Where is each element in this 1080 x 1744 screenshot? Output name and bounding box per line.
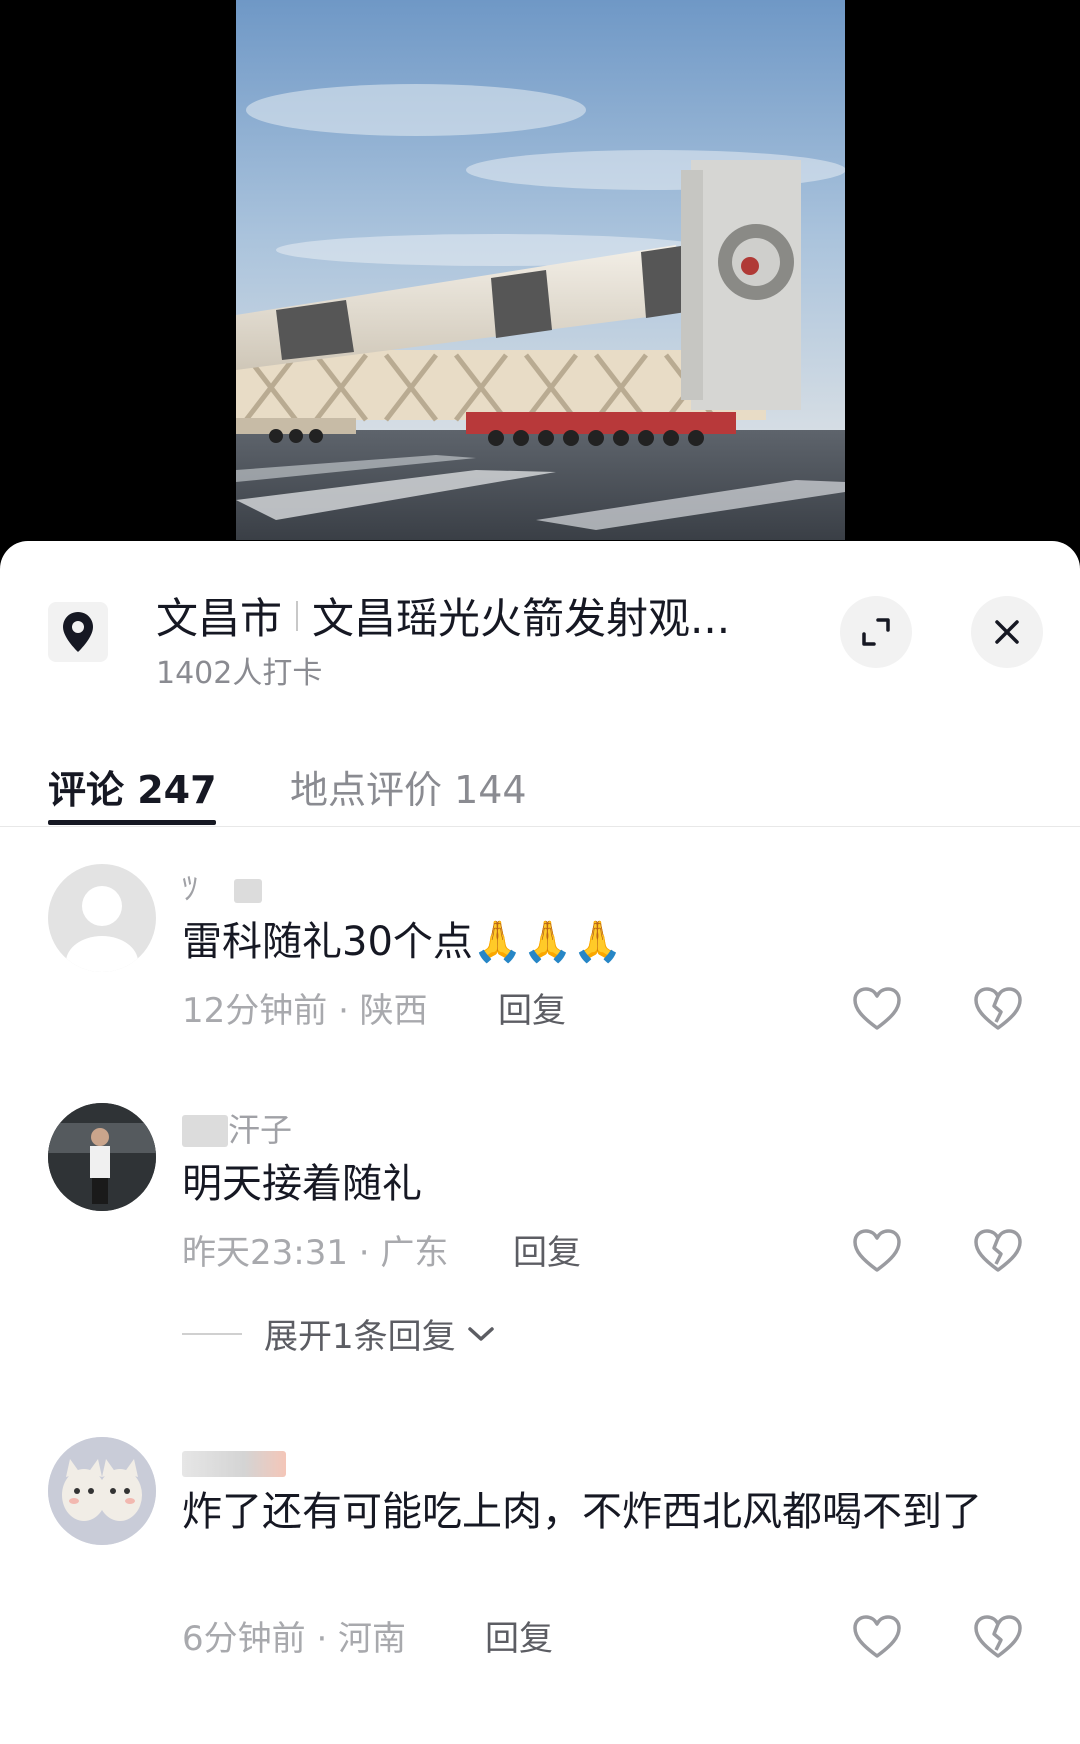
- username-mosaic: [182, 1115, 228, 1147]
- broken-heart-icon[interactable]: [973, 1614, 1023, 1660]
- location-title[interactable]: 文昌市 文昌瑶光火箭发射观...: [156, 585, 766, 646]
- expand-divider-line: [182, 1332, 242, 1335]
- comment-time: 12分钟前 · 陕西: [182, 991, 428, 1031]
- heart-icon[interactable]: [852, 1228, 902, 1274]
- comment-text: 炸了还有可能吃上肉，不炸西北风都喝不到了: [182, 1489, 982, 1535]
- username-mosaic: [234, 879, 263, 903]
- default-avatar-icon: [66, 886, 138, 972]
- expand-replies-button[interactable]: 展开1条回复: [182, 1309, 496, 1358]
- reply-button[interactable]: 回复: [485, 1611, 553, 1660]
- broken-heart-icon[interactable]: [973, 1228, 1023, 1274]
- user-photo-avatar: [48, 1103, 156, 1211]
- username-text: 汗子: [228, 1111, 293, 1149]
- expand-icon: [862, 618, 890, 646]
- comment-time: 6分钟前 · 河南: [182, 1619, 407, 1659]
- checkin-count: 1402人打卡: [156, 656, 323, 691]
- comment-time: 昨天23:31 · 广东: [182, 1233, 449, 1273]
- video-frame[interactable]: [236, 0, 845, 540]
- expand-button[interactable]: [840, 596, 912, 668]
- close-button[interactable]: [971, 596, 1043, 668]
- reply-button[interactable]: 回复: [513, 1225, 581, 1274]
- comment-sheet: 文昌市 文昌瑶光火箭发射观... 1402人打卡 评论 247 地点评价 144: [0, 541, 1080, 1744]
- comment-username[interactable]: ﾂ: [182, 863, 263, 909]
- username-text: ﾂ: [182, 869, 199, 907]
- chevron-down-icon: [467, 1326, 494, 1341]
- tab-bar: 评论 247 地点评价 144: [0, 741, 1080, 827]
- title-separator: [296, 600, 299, 631]
- heart-icon[interactable]: [852, 1614, 902, 1660]
- rocket-transport-image: [236, 0, 845, 540]
- heart-icon[interactable]: [852, 986, 902, 1032]
- video-player[interactable]: [0, 0, 1080, 560]
- avatar[interactable]: [48, 1103, 156, 1211]
- avatar[interactable]: [48, 1437, 156, 1545]
- location-header: 文昌市 文昌瑶光火箭发射观... 1402人打卡: [0, 541, 1080, 691]
- tab-place-reviews[interactable]: 地点评价 144: [290, 759, 527, 814]
- username-mosaic: [182, 1451, 286, 1477]
- close-icon: [995, 620, 1019, 644]
- broken-heart-icon[interactable]: [973, 986, 1023, 1032]
- avatar[interactable]: [48, 864, 156, 972]
- active-tab-indicator: [48, 820, 216, 825]
- location-city: 文昌市: [156, 594, 283, 643]
- tab-comments[interactable]: 评论 247: [48, 759, 217, 814]
- comment-username[interactable]: 汗子: [182, 1105, 292, 1151]
- reply-button[interactable]: 回复: [498, 983, 566, 1032]
- location-place: 文昌瑶光火箭发射观...: [312, 594, 731, 643]
- location-pin-icon: [48, 602, 108, 662]
- comment-text: 明天接着随礼: [182, 1161, 422, 1207]
- comment-text: 雷科随礼30个点🙏🙏🙏: [182, 919, 623, 965]
- comment-username[interactable]: [182, 1447, 286, 1485]
- cats-photo-avatar: [48, 1437, 156, 1545]
- expand-replies-label: 展开1条回复: [264, 1317, 456, 1357]
